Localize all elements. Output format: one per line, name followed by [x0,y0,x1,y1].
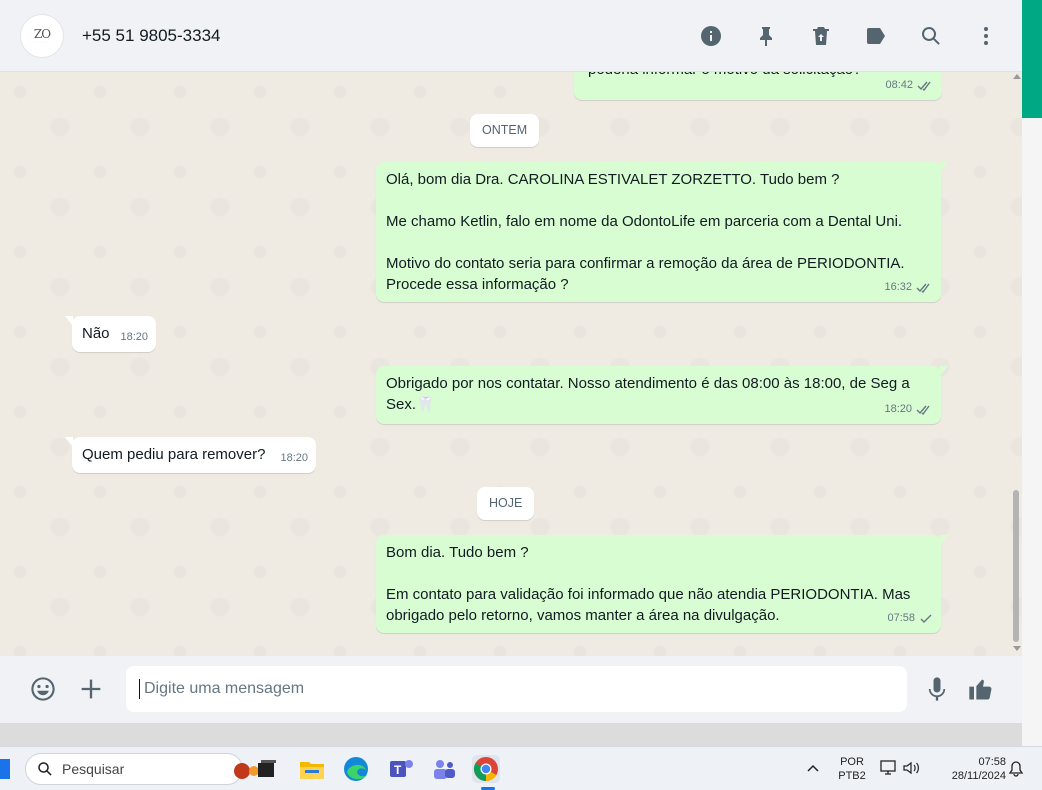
windows-taskbar: Pesquisar T POR PTB2 07:58 28/11/2024 [0,746,1042,790]
display-icon[interactable] [880,760,898,781]
clock-time: 07:58 [978,756,1006,768]
scroll-down-arrow[interactable] [1013,646,1021,651]
day-separator: ONTEM [470,114,540,147]
message-incoming[interactable]: Não 18:20 [65,316,156,352]
message-composer [0,656,1022,723]
message-time: 07:58 [887,612,915,624]
bubble-tail [940,535,948,545]
message-text: Bom dia. Tudo bem ? Em contato para vali… [386,544,911,624]
chat-header: ZO · · · · · · · · +55 51 9805-3334 [0,0,1022,72]
windows-start-icon[interactable] [0,759,10,779]
single-check-icon [920,614,932,623]
chrome-icon[interactable] [472,755,500,783]
teams-icon[interactable]: T [387,755,415,783]
pin-icon[interactable] [752,22,780,50]
message-input[interactable] [126,666,907,712]
search-icon [38,762,52,776]
message-time: 18:20 [280,452,308,464]
contact-name[interactable]: +55 51 9805-3334 [82,26,221,46]
message-time: 16:32 [884,281,912,293]
message-outgoing[interactable]: Bom dia. Tudo bem ? Em contato para vali… [376,535,948,633]
message-meta: 18:20 [280,448,308,469]
search-icon[interactable] [917,22,945,50]
more-icon[interactable] [972,22,1000,50]
keyboard-layout: PTB2 [838,770,866,782]
message-text: poderia informar o motivo da solicitação… [588,72,861,80]
window-edge [1022,118,1042,746]
message-outgoing[interactable]: Olá, bom dia Dra. CAROLINA ESTIVALET ZOR… [376,162,948,302]
taskbar-search[interactable]: Pesquisar [25,753,271,785]
delete-icon[interactable] [807,22,835,50]
app-accent-strip [1022,0,1042,118]
plus-icon[interactable] [75,673,107,705]
clock-date: 28/11/2024 [951,770,1006,782]
message-incoming[interactable]: Quem pediu para remover? 18:20 [65,437,316,473]
bubble-tail [65,437,73,447]
volume-icon[interactable] [902,760,922,781]
contact-avatar[interactable]: ZO · · · · · · · · [20,13,64,58]
input-language[interactable]: POR PTB2 [836,755,868,783]
thumbs-up-icon[interactable] [965,673,997,705]
info-icon[interactable] [697,22,725,50]
taskbar-search-placeholder: Pesquisar [62,761,125,777]
double-check-icon [917,81,931,91]
clock[interactable]: 07:58 28/11/2024 [932,755,1006,783]
double-check-icon [916,405,930,415]
task-view-icon[interactable] [253,755,281,783]
message-list[interactable]: poderia informar o motivo da solicitação… [0,72,1022,656]
avatar-monogram: ZO [33,26,51,41]
double-check-icon [916,283,930,293]
message-meta: 07:58 [887,608,933,629]
teams-classic-icon[interactable] [430,755,458,783]
message-meta: 16:32 [884,277,933,298]
chat-scrollbar-thumb[interactable] [1013,490,1019,642]
chevron-up-icon[interactable] [806,761,820,780]
notification-bell-icon[interactable] [1008,760,1024,782]
message-time: 18:20 [884,403,912,415]
bubble-tail [65,316,73,326]
header-actions [670,22,1000,50]
message-meta: 18:20 [120,327,148,348]
message-text: Olá, bom dia Dra. CAROLINA ESTIVALET ZOR… [386,171,905,293]
message-outgoing[interactable]: poderia informar o motivo da solicitação… [574,72,942,100]
message-time: 08:42 [885,79,913,91]
message-outgoing[interactable]: Obrigado por nos contatar. Nosso atendim… [376,366,948,424]
message-meta: 08:42 [885,75,934,96]
edge-icon[interactable] [342,755,370,783]
bubble-tail [940,162,948,172]
bubble-tail [940,366,948,376]
mic-icon[interactable] [921,673,953,705]
scroll-up-arrow[interactable] [1013,74,1021,79]
avatar-caption-decor: · · · · · · · · [35,39,49,44]
emoji-icon[interactable] [27,673,59,705]
language-code: POR [840,756,864,768]
message-text: Obrigado por nos contatar. Nosso atendim… [386,375,910,413]
label-icon[interactable] [862,22,890,50]
text-caret [139,679,140,699]
file-explorer-icon[interactable] [298,755,326,783]
message-time: 18:20 [120,331,148,343]
day-separator: HOJE [477,487,535,520]
svg-text:T: T [394,763,402,777]
message-meta: 18:20 [884,399,933,420]
